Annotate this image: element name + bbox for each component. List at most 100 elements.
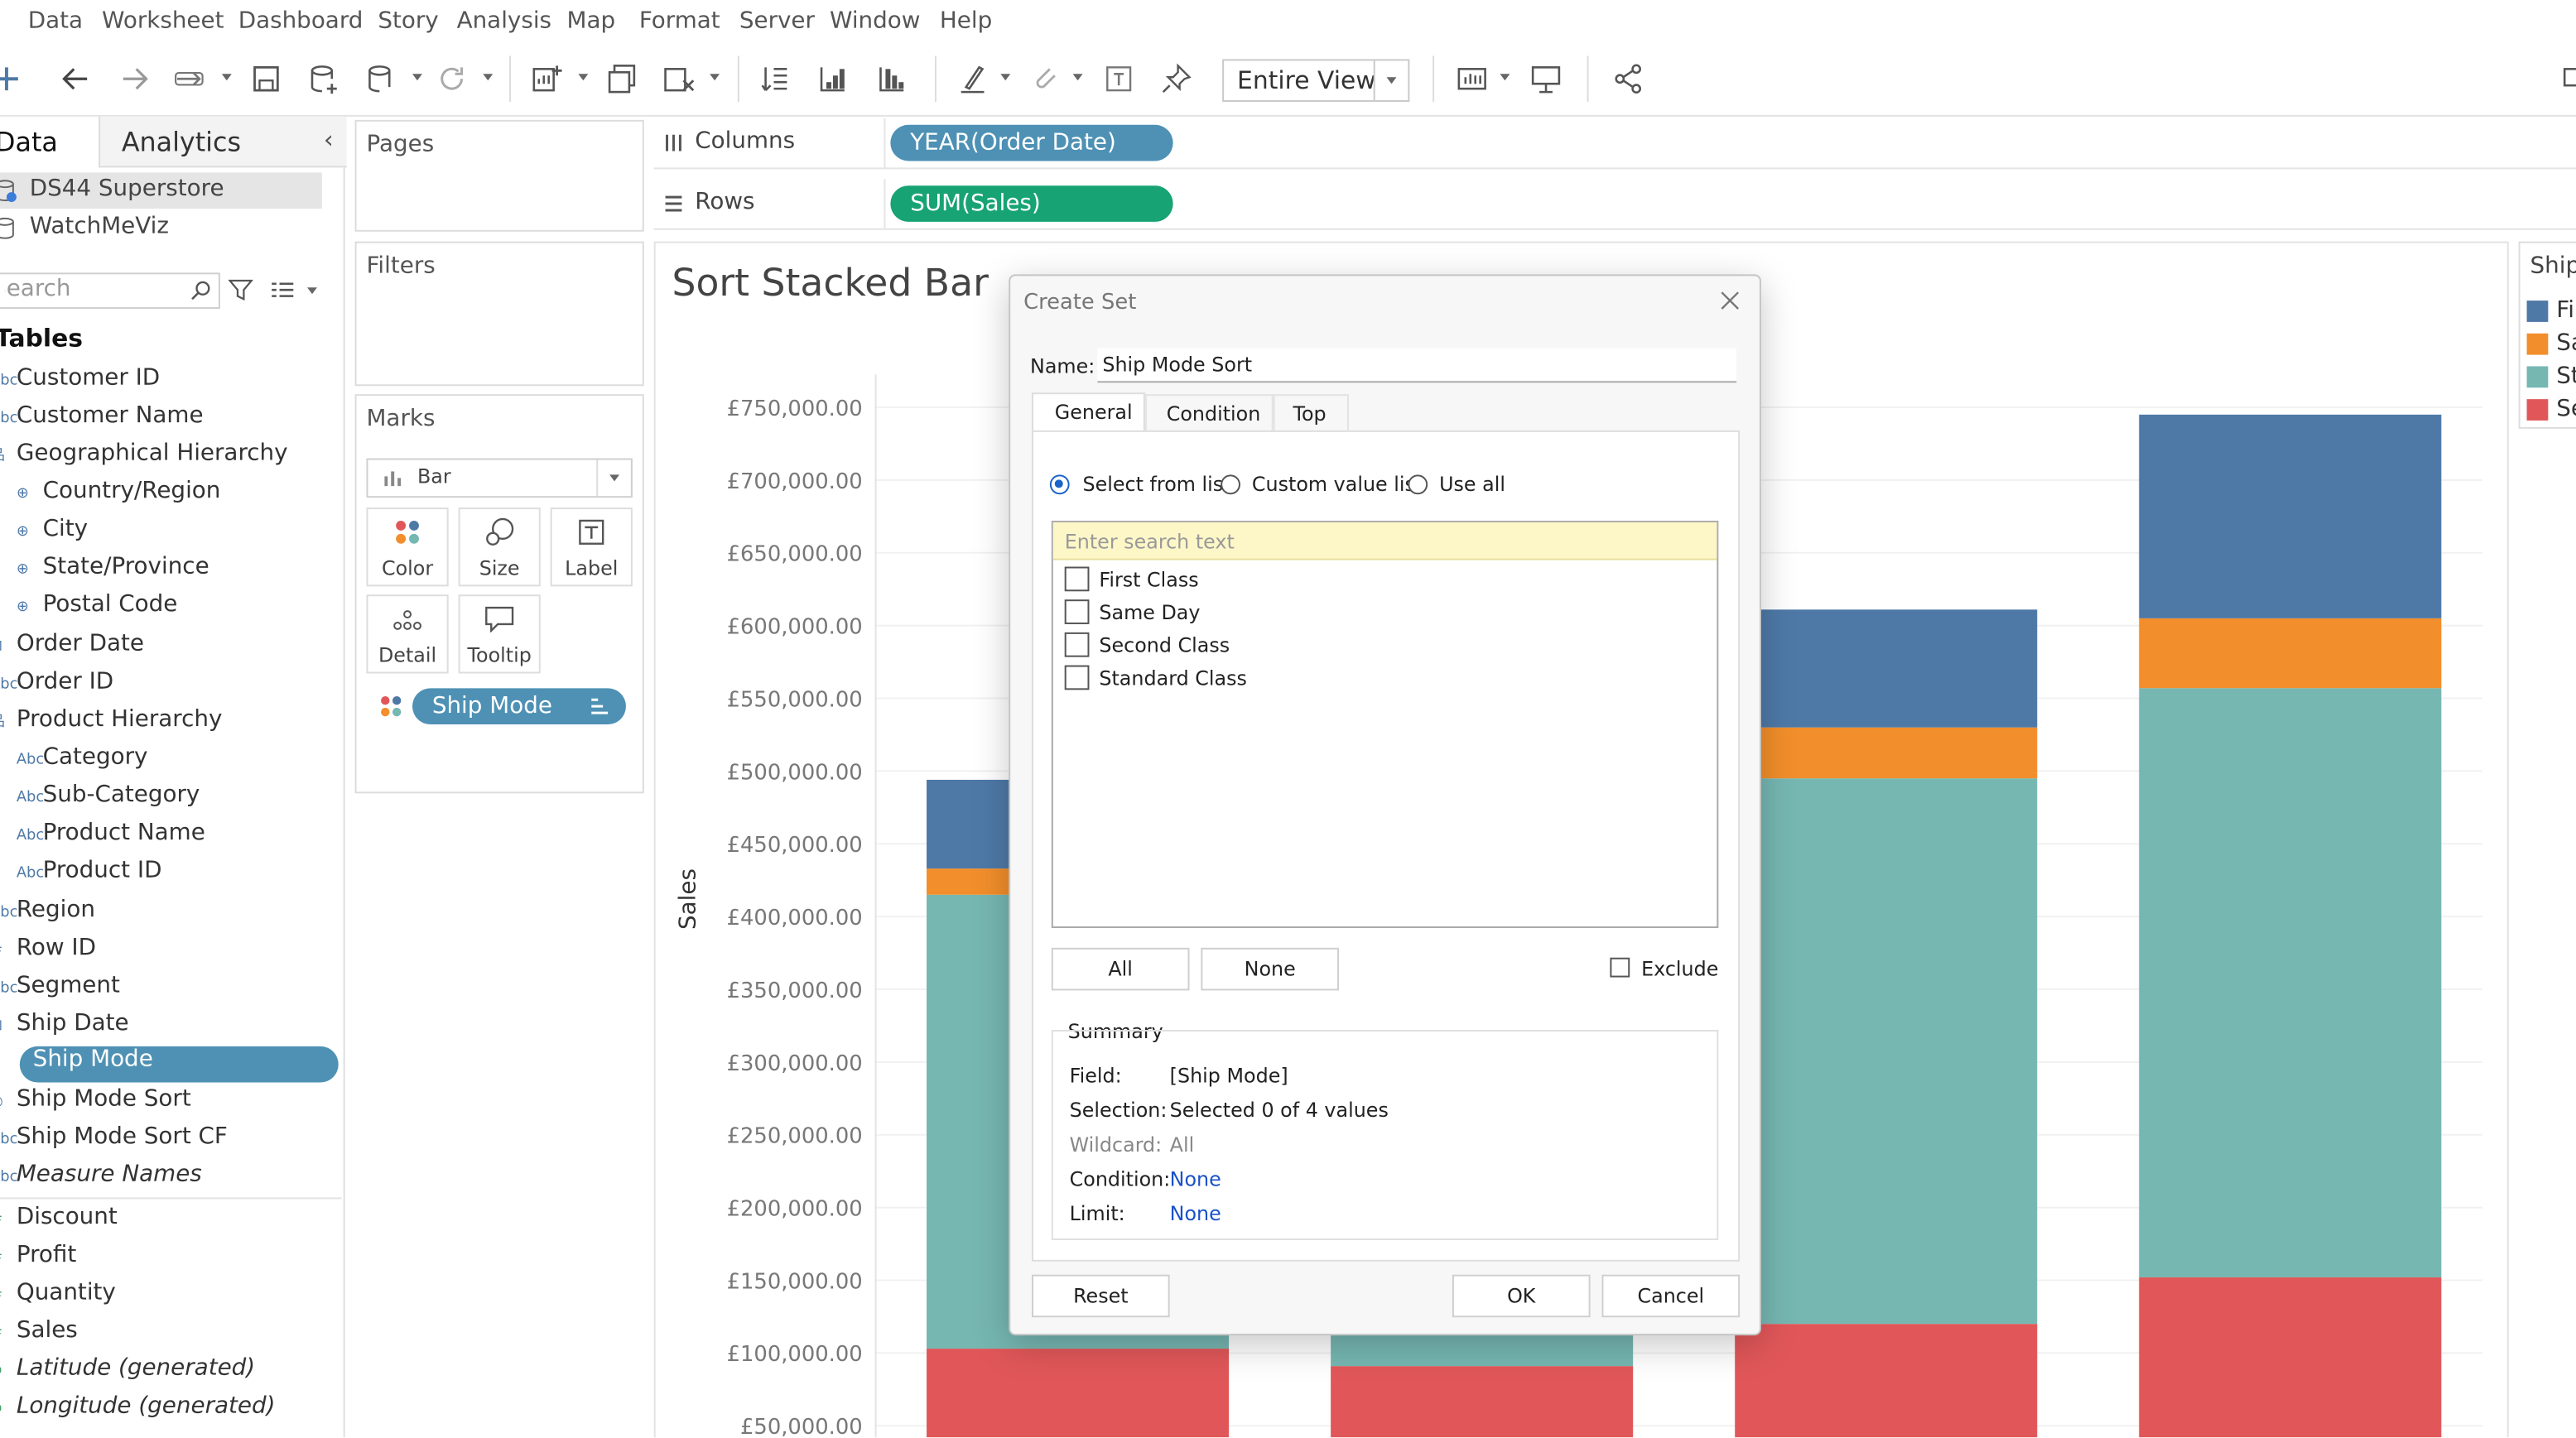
pages-card[interactable]: Pages (354, 119, 644, 232)
duplicate-sheet-icon[interactable] (606, 62, 639, 95)
radio-use-all[interactable] (1408, 474, 1428, 495)
mark-type-dropdown[interactable] (596, 459, 631, 497)
new-worksheet-icon[interactable] (531, 62, 564, 95)
sum-sales-pill[interactable]: SUM(Sales) (890, 185, 1173, 222)
fit-view-dropdown[interactable] (1373, 60, 1408, 101)
tab-general[interactable]: General (1032, 392, 1145, 432)
menu-server[interactable]: Server (739, 8, 815, 35)
field-ship-mode-sort[interactable]: ◎Ship Mode Sort (0, 1085, 191, 1122)
show-me-icon[interactable] (2559, 62, 2576, 95)
list-item-checkbox[interactable] (1064, 599, 1090, 624)
field-product-name[interactable]: AbcProduct Name (17, 820, 205, 856)
list-item[interactable]: First Class (1064, 565, 1689, 595)
list-item[interactable]: Same Day (1064, 598, 1689, 628)
tab-analytics[interactable]: Analytics ‹ (99, 116, 347, 168)
fix-axes-pin-icon[interactable] (1160, 62, 1193, 95)
highlight-icon[interactable] (956, 62, 989, 95)
field-state-province[interactable]: ⊕ State/Province (17, 554, 209, 590)
caret-icon[interactable] (1000, 74, 1011, 81)
year-order-date-pill[interactable]: YEAR(Order Date) (890, 124, 1173, 161)
menu-window[interactable]: Window (830, 8, 921, 35)
caret-icon[interactable] (578, 74, 589, 81)
all-button[interactable]: All (1051, 947, 1190, 991)
field-geographical-hierarchy[interactable]: 品Geographical Hierarchy (0, 440, 288, 477)
field-product-hierarchy[interactable]: 品Product Hierarchy (0, 706, 222, 743)
ok-button[interactable]: OK (1452, 1274, 1591, 1318)
none-button[interactable]: None (1201, 947, 1340, 991)
caret-icon[interactable] (1500, 74, 1510, 81)
filter-icon[interactable] (228, 277, 253, 302)
set-name-input[interactable]: Ship Mode Sort (1097, 348, 1737, 383)
tab-top[interactable]: Top (1273, 394, 1349, 432)
tooltip-button[interactable]: Tooltip (458, 594, 541, 674)
presentation-mode-icon[interactable] (1529, 62, 1562, 95)
field-profit[interactable]: #Profit (0, 1242, 76, 1278)
field-region[interactable]: AbcRegion (0, 897, 95, 933)
radio-select-from-list[interactable] (1049, 474, 1070, 495)
field-discount[interactable]: #Discount (0, 1204, 118, 1240)
clear-sheet-icon[interactable] (662, 62, 696, 95)
list-search-input[interactable]: Enter search text (1052, 522, 1717, 560)
menu-data[interactable]: Data (28, 8, 83, 35)
fit-view-select[interactable]: Entire View (1222, 59, 1410, 103)
sort-ascending-icon[interactable] (816, 62, 850, 95)
field-ship-mode[interactable]: Ship Mode (19, 1046, 339, 1083)
save-icon[interactable] (250, 62, 283, 95)
menu-format[interactable]: Format (639, 8, 720, 35)
field-quantity[interactable]: #Quantity (0, 1280, 116, 1316)
tab-data[interactable]: Data (0, 117, 97, 166)
mark-type-select[interactable]: Bar (366, 458, 633, 498)
refresh-icon[interactable] (436, 62, 469, 95)
field-segment[interactable]: AbcSegment (0, 973, 120, 1009)
list-item-checkbox[interactable] (1064, 665, 1090, 690)
field-customer-id[interactable]: AbcCustomer ID (0, 364, 160, 401)
swap-rows-columns-icon[interactable] (759, 62, 792, 95)
bar-segment[interactable] (2139, 1277, 2442, 1438)
tab-condition[interactable]: Condition (1144, 394, 1274, 432)
show-cards-icon[interactable] (1456, 62, 1489, 95)
list-item[interactable]: Standard Class (1064, 664, 1689, 694)
share-icon[interactable] (1611, 62, 1644, 95)
datasource-ds44-superstore[interactable]: DS44 Superstore (0, 172, 322, 209)
list-item[interactable]: Second Class (1064, 631, 1689, 661)
field-ship-mode-sort-cf[interactable]: AbcShip Mode Sort CF (0, 1123, 228, 1160)
view-list-icon[interactable] (269, 277, 296, 302)
size-button[interactable]: Size (458, 507, 541, 587)
group-members-icon[interactable] (1028, 62, 1062, 95)
caret-icon[interactable] (483, 74, 494, 81)
bar-segment[interactable] (927, 1349, 1230, 1438)
menu-worksheet[interactable]: Worksheet (102, 8, 224, 35)
field-latitude-generated[interactable]: ⊕Latitude (generated) (0, 1355, 255, 1392)
field-order-id[interactable]: AbcOrder ID (0, 669, 113, 705)
datasource-watchmeviz[interactable]: WatchMeViz (0, 210, 322, 247)
bar-segment[interactable] (2139, 414, 2442, 618)
search-field[interactable]: Search (0, 272, 220, 310)
legend-swatch[interactable] (2526, 399, 2549, 421)
field-postal-code[interactable]: ⊕ Postal Code (17, 591, 178, 628)
sort-descending-icon[interactable] (876, 62, 909, 95)
field-sub-category[interactable]: AbcSub-Category (17, 782, 200, 818)
legend-swatch[interactable] (2526, 301, 2549, 322)
tableau-logo-icon[interactable] (0, 62, 23, 95)
redo-dropdown-icon[interactable] (174, 62, 207, 95)
search-icon[interactable] (190, 279, 212, 301)
caret-icon[interactable] (710, 74, 720, 81)
menu-help[interactable]: Help (940, 8, 992, 35)
field-customer-name[interactable]: AbcCustomer Name (0, 402, 204, 439)
caret-icon[interactable] (307, 287, 317, 295)
caret-icon[interactable] (412, 74, 422, 81)
menu-story[interactable]: Story (378, 8, 438, 35)
show-mark-labels-icon[interactable] (1102, 62, 1135, 95)
menu-dashboard[interactable]: Dashboard (238, 8, 364, 35)
menu-analysis[interactable]: Analysis (457, 8, 551, 35)
cancel-button[interactable]: Cancel (1601, 1274, 1741, 1318)
new-datasource-icon[interactable] (307, 62, 340, 95)
menu-map[interactable]: Map (567, 8, 616, 35)
summary-limit-link[interactable]: None (1170, 1202, 1221, 1225)
undo-icon[interactable] (59, 62, 92, 95)
field-ship-date[interactable]: ⊡Ship Date (0, 1010, 129, 1046)
label-button[interactable]: Label (550, 507, 633, 587)
caret-icon[interactable] (1072, 74, 1083, 81)
redo-icon[interactable] (118, 62, 152, 95)
field-category[interactable]: AbcCategory (17, 744, 148, 781)
